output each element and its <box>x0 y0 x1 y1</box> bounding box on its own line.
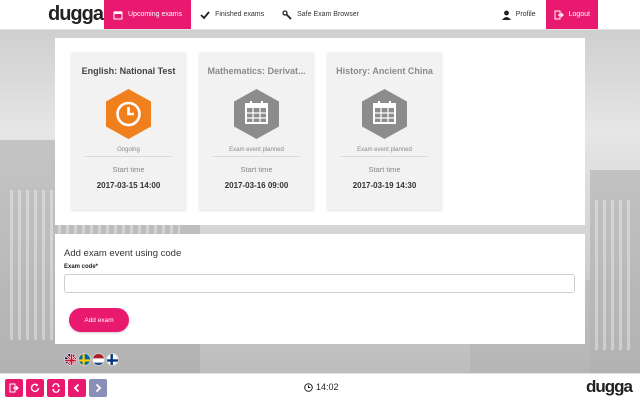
start-time-label: Start time <box>112 165 145 174</box>
wrench-icon <box>282 9 292 20</box>
clock-icon <box>304 382 313 392</box>
profile-link[interactable]: Profile <box>492 0 546 29</box>
start-time-value: 2017-03-19 14:30 <box>352 181 417 190</box>
swedish-flag-icon[interactable] <box>78 353 91 366</box>
exit-icon <box>9 383 19 393</box>
start-time-label: Start time <box>240 165 273 174</box>
checkmark-icon <box>200 10 210 19</box>
refresh-button[interactable] <box>26 379 44 397</box>
bottom-bar: 14:02 dugga <box>0 373 640 400</box>
exam-card-history[interactable]: History: Ancient China Exam event planne… <box>327 52 442 210</box>
exam-card-english[interactable]: English: National Test Ongoing Start tim… <box>71 52 186 210</box>
nav-label: Upcoming exams <box>128 11 183 18</box>
calendar-icon <box>113 10 123 19</box>
exam-clock: 14:02 <box>304 382 339 392</box>
back-icon <box>73 383 80 393</box>
exam-card-mathematics[interactable]: Mathematics: Derivat... Exam event plann… <box>199 52 314 210</box>
dugga-footer-logo: dugga <box>586 377 633 396</box>
calendar-icon <box>233 88 280 140</box>
forward-button[interactable] <box>89 379 107 397</box>
language-selector <box>64 353 119 366</box>
dugga-logo[interactable]: dugga <box>48 3 104 26</box>
exam-status: Ongoing <box>117 147 140 153</box>
top-bar: dugga Upcoming exams Finished exams Safe… <box>0 0 640 30</box>
start-time-value: 2017-03-15 14:00 <box>96 181 161 190</box>
user-nav: Profile Logout <box>492 0 598 29</box>
card-divider <box>85 156 172 157</box>
add-exam-button[interactable]: Add exam <box>69 308 129 332</box>
start-time-label: Start time <box>368 165 401 174</box>
back-button[interactable] <box>68 379 86 397</box>
nav-label: Safe Exam Browser <box>297 11 359 18</box>
start-time-value: 2017-03-16 09:00 <box>224 181 289 190</box>
clock-time: 14:02 <box>316 382 339 392</box>
nav-upcoming-exams[interactable]: Upcoming exams <box>104 0 192 29</box>
nav-safe-exam-browser[interactable]: Safe Exam Browser <box>273 0 368 29</box>
refresh-icon <box>30 383 40 392</box>
sync-button[interactable] <box>47 379 65 397</box>
exam-status: Exam event planned <box>357 147 412 153</box>
exam-title: Mathematics: Derivat... <box>207 66 306 76</box>
exam-code-input[interactable] <box>64 274 575 293</box>
logout-button[interactable]: Logout <box>545 0 598 29</box>
sync-icon <box>52 383 60 393</box>
calendar-icon <box>361 88 408 140</box>
finnish-flag-icon[interactable] <box>106 353 119 366</box>
exam-title: English: National Test <box>81 66 176 76</box>
clock-icon <box>105 88 152 140</box>
card-divider <box>341 156 428 157</box>
nav-finished-exams[interactable]: Finished exams <box>191 0 273 29</box>
exam-title: History: Ancient China <box>336 66 433 76</box>
user-icon <box>501 10 511 20</box>
forward-icon <box>95 383 102 393</box>
card-divider <box>213 156 300 157</box>
add-exam-title: Add exam event using code <box>64 248 182 259</box>
exit-button[interactable] <box>5 379 23 397</box>
upcoming-exams-panel: English: National Test Ongoing Start tim… <box>55 38 585 225</box>
add-exam-panel: Add exam event using code Exam code* Add… <box>55 234 585 344</box>
exam-status: Exam event planned <box>229 147 284 153</box>
main-nav: Upcoming exams Finished exams Safe Exam … <box>104 0 368 29</box>
dutch-flag-icon[interactable] <box>92 353 105 366</box>
english-flag-icon[interactable] <box>64 353 77 366</box>
exam-code-label: Exam code* <box>64 264 99 270</box>
nav-label: Finished exams <box>215 11 265 18</box>
logout-icon <box>554 10 564 19</box>
